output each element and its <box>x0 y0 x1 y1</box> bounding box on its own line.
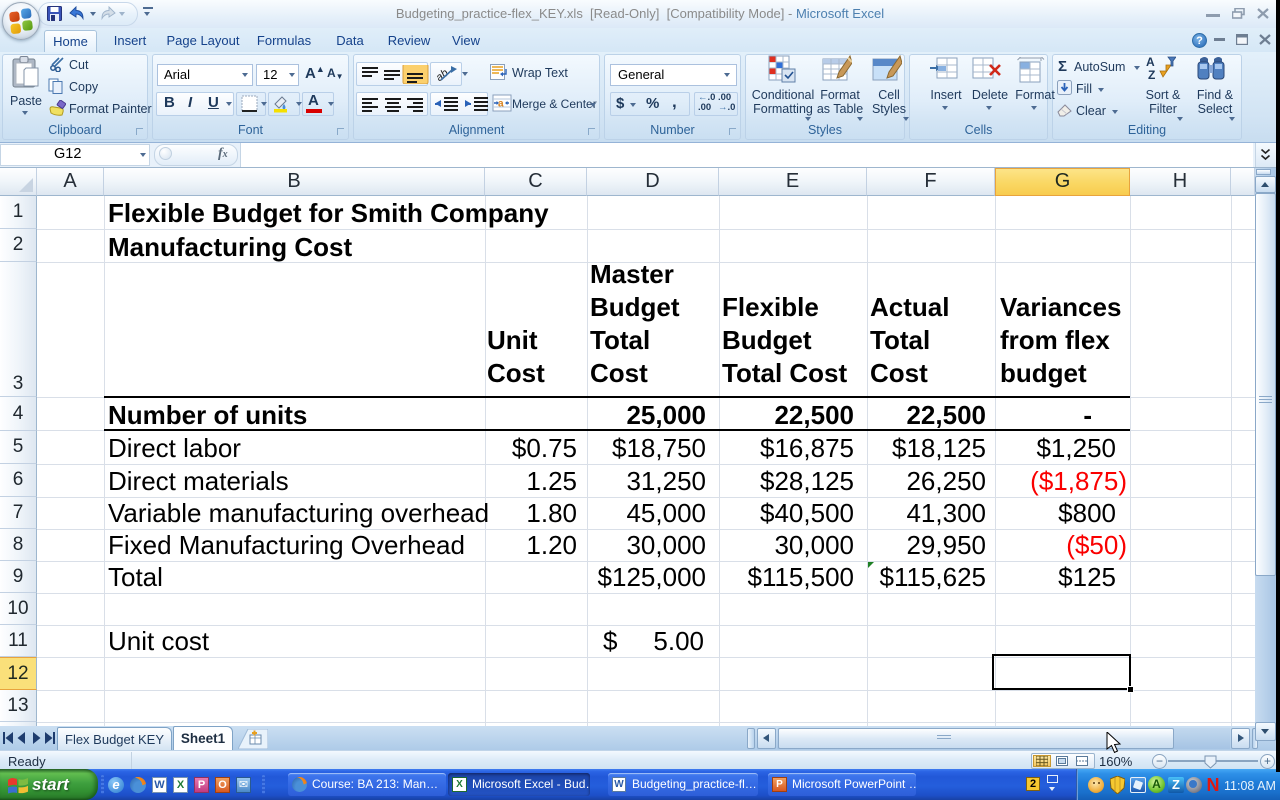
svg-text:Z: Z <box>1148 68 1155 82</box>
svg-text:ab: ab <box>437 67 451 83</box>
svg-text:A: A <box>1146 55 1155 69</box>
svg-text:a: a <box>498 99 504 110</box>
